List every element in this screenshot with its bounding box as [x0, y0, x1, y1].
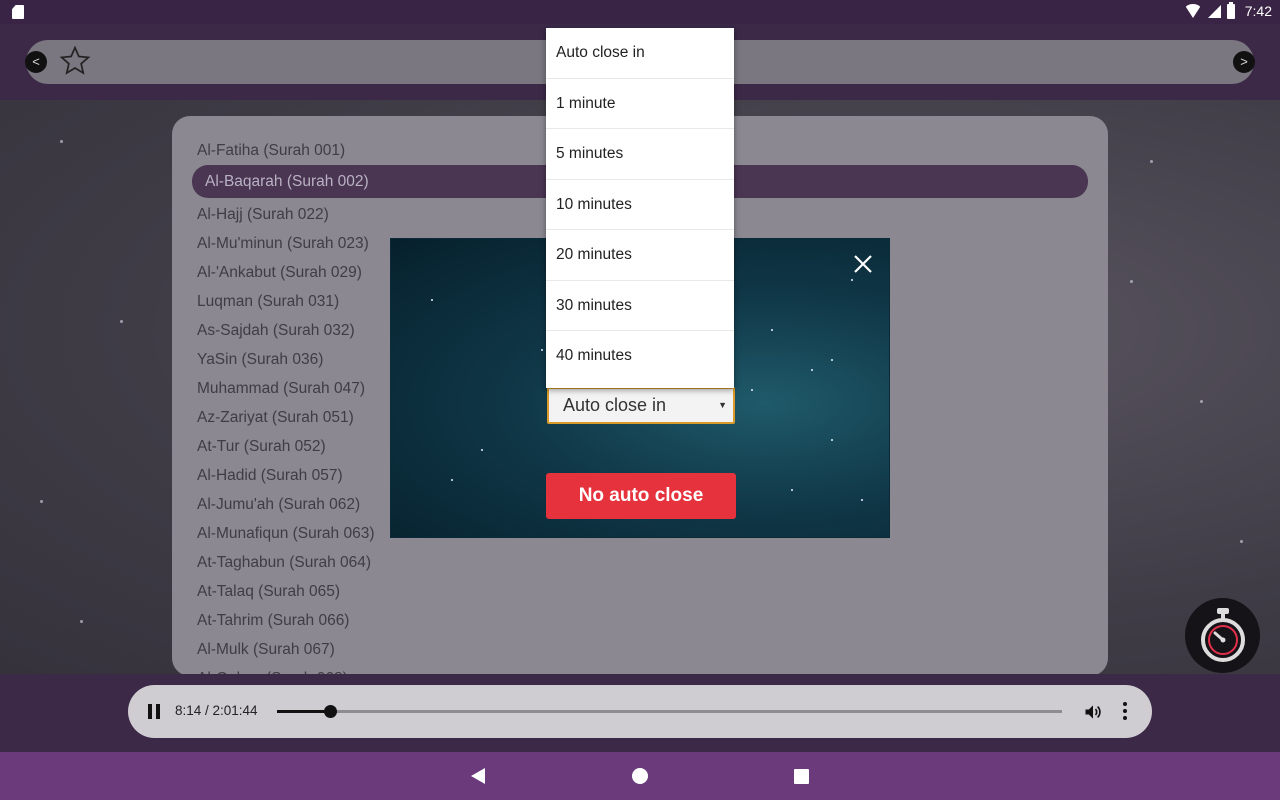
decor-star — [481, 449, 483, 451]
time-readout: 8:14 / 2:01:44 — [175, 703, 258, 718]
stopwatch-icon — [1201, 608, 1245, 662]
decor-star — [431, 299, 433, 301]
decor-star — [811, 369, 813, 371]
sd-card-icon — [12, 5, 24, 19]
back-icon[interactable] — [471, 768, 485, 784]
decor-star — [541, 349, 543, 351]
decor-star — [861, 499, 863, 501]
surah-list-item[interactable]: Al-Mulk (Surah 067) — [192, 639, 1088, 668]
recent-apps-icon[interactable] — [794, 769, 809, 784]
battery-icon — [1226, 1, 1235, 19]
volume-icon[interactable] — [1083, 702, 1103, 722]
dropdown-option[interactable]: Auto close in — [546, 28, 734, 79]
signal-icon — [1207, 4, 1221, 18]
sleep-timer-button[interactable] — [1185, 598, 1260, 673]
wifi-icon — [1183, 4, 1202, 18]
dropdown-option[interactable]: 40 minutes — [546, 331, 734, 382]
decor-star — [451, 479, 453, 481]
decor-star — [771, 329, 773, 331]
dropdown-option[interactable]: 1 minute — [546, 79, 734, 129]
seek-thumb[interactable] — [324, 705, 337, 718]
close-icon[interactable] — [852, 253, 874, 275]
auto-close-select-value: Auto close in — [563, 395, 667, 415]
surah-list-item[interactable]: At-Tahrim (Surah 066) — [192, 610, 1088, 639]
more-vert-icon[interactable] — [1121, 702, 1129, 722]
decor-star — [831, 439, 833, 441]
dropdown-option[interactable]: 10 minutes — [546, 180, 734, 230]
no-auto-close-button[interactable]: No auto close — [546, 473, 736, 519]
home-icon[interactable] — [632, 768, 648, 784]
dropdown-option[interactable]: 30 minutes — [546, 281, 734, 331]
status-bar: 7:42 — [0, 0, 1280, 24]
star-outline-icon[interactable] — [59, 45, 91, 77]
decor-star — [831, 359, 833, 361]
surah-list-item[interactable]: At-Talaq (Surah 065) — [192, 581, 1088, 610]
next-button[interactable]: > — [1233, 51, 1255, 73]
auto-close-select[interactable]: Auto close in ▼ — [547, 387, 735, 424]
seek-progress — [277, 710, 330, 713]
chevron-down-icon: ▼ — [718, 400, 727, 410]
dropdown-option[interactable]: 20 minutes — [546, 230, 734, 281]
auto-close-dropdown: Auto close in 1 minute 5 minutes 10 minutes… — [546, 28, 734, 388]
player-area: 8:14 / 2:01:44 — [0, 674, 1280, 752]
pause-icon[interactable] — [148, 704, 160, 719]
surah-list-item[interactable]: At-Taghabun (Surah 064) — [192, 552, 1088, 581]
audio-player: 8:14 / 2:01:44 — [128, 685, 1152, 738]
decor-star — [751, 389, 753, 391]
status-time: 7:42 — [1244, 3, 1272, 19]
previous-button[interactable]: < — [25, 51, 47, 73]
dropdown-option[interactable]: 5 minutes — [546, 129, 734, 180]
decor-star — [791, 489, 793, 491]
seek-bar[interactable] — [277, 705, 1062, 718]
system-nav-bar — [0, 752, 1280, 800]
decor-star — [851, 279, 853, 281]
